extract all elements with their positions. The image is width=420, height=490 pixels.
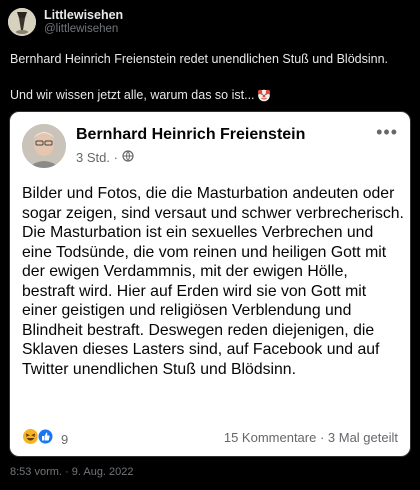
post-stats[interactable]: 15 Kommentare · 3 Mal geteilt	[224, 430, 398, 445]
tweet-header: Littlewisehen @littlewisehen	[8, 8, 123, 36]
user-avatar[interactable]	[8, 8, 36, 36]
user-handle[interactable]: @littlewisehen	[44, 22, 123, 36]
clown-face-icon	[257, 88, 271, 107]
tweet-text: Bernhard Heinrich Freienstein redet unen…	[10, 50, 410, 107]
post-author-photo	[22, 124, 66, 168]
display-name[interactable]: Littlewisehen	[44, 8, 123, 22]
post-reactions[interactable]: 9	[22, 428, 68, 450]
embedded-post-card[interactable]: Bernhard Heinrich Freienstein 3 Std. · •…	[9, 111, 411, 457]
avatar-image	[8, 8, 36, 36]
tweet-text-line-1: Bernhard Heinrich Freienstein redet unen…	[10, 52, 389, 66]
post-meta: 3 Std. ·	[76, 150, 134, 165]
reaction-count: 9	[61, 431, 69, 447]
tweet-timestamp[interactable]: 8:53 vorm. · 9. Aug. 2022	[10, 466, 134, 478]
post-age: 3 Std. ·	[76, 150, 118, 165]
tweet-text-line-2-label: Und wir wissen jetzt alle, warum das so …	[10, 88, 255, 102]
like-reaction-icon	[37, 428, 54, 450]
post-body: Bilder und Fotos, die die Masturbation a…	[22, 185, 404, 378]
post-author-avatar	[22, 124, 66, 168]
globe-icon	[122, 150, 134, 165]
author-block: Littlewisehen @littlewisehen	[44, 8, 123, 36]
more-dots-icon[interactable]: •••	[376, 122, 398, 143]
tweet-text-line-2: Und wir wissen jetzt alle, warum das so …	[10, 86, 410, 107]
post-author-name[interactable]: Bernhard Heinrich Freienstein	[76, 126, 305, 144]
